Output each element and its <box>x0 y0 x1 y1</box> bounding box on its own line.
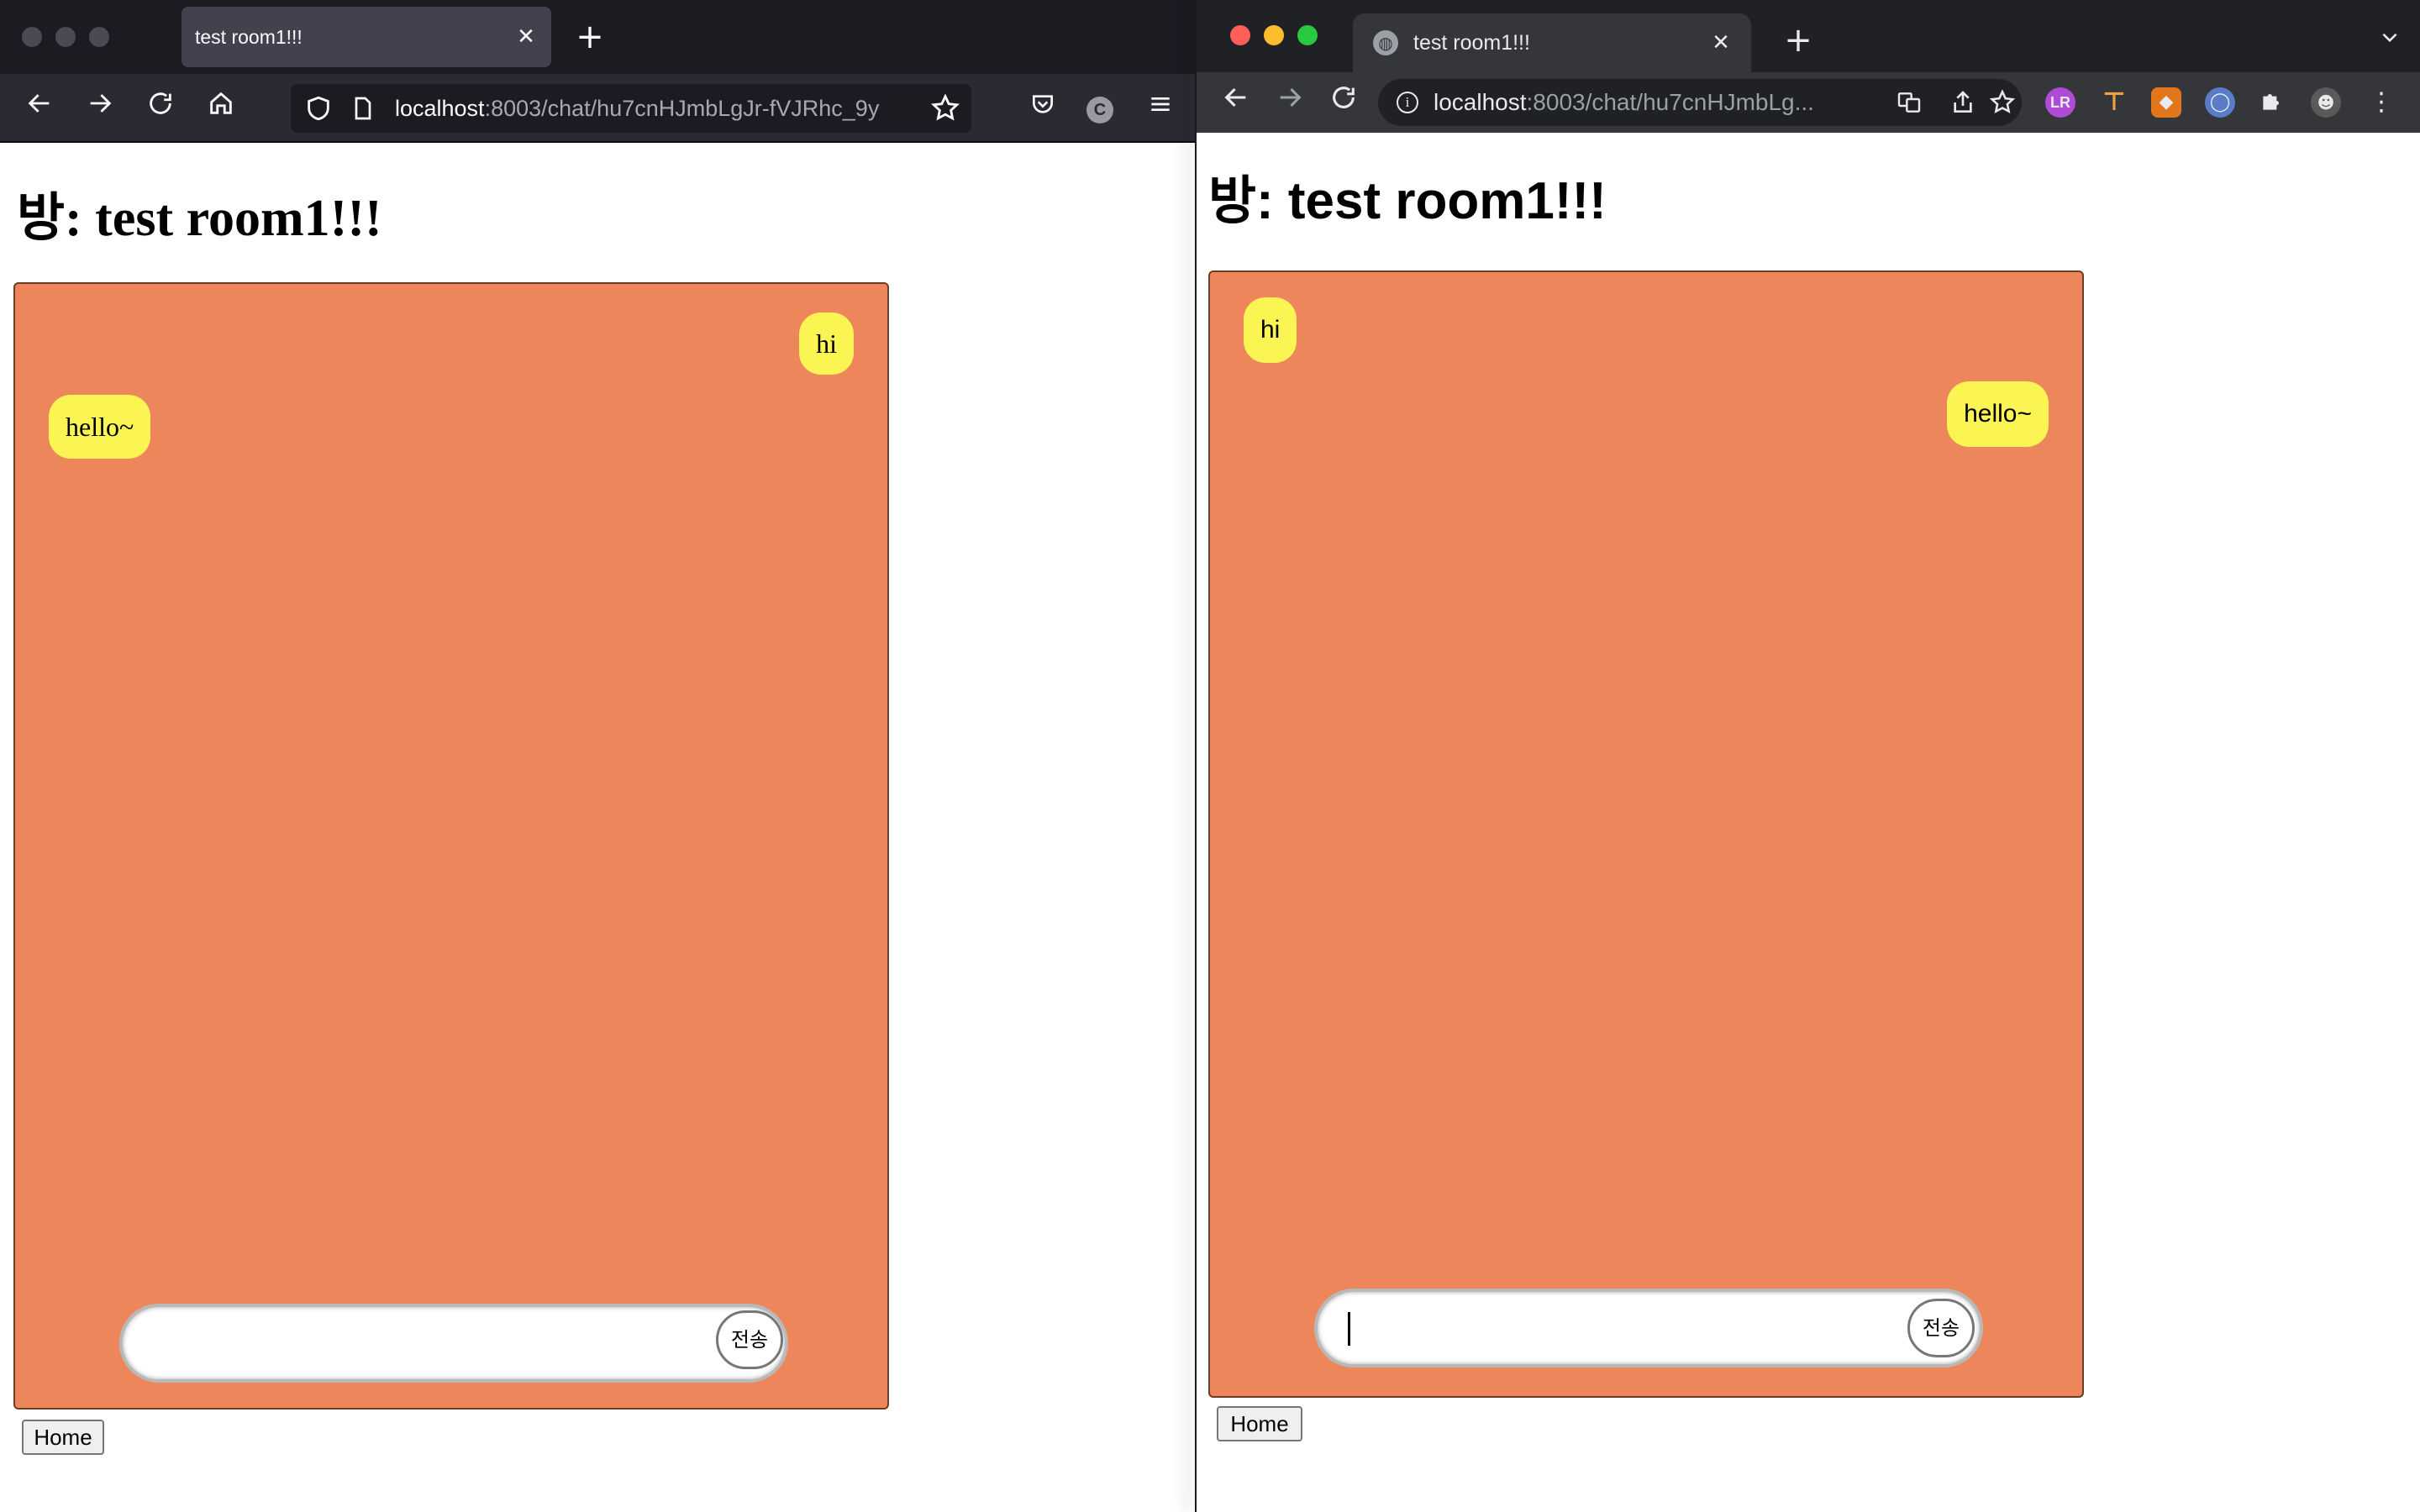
chat-box: hi hello~ 전송 <box>1208 270 2084 1398</box>
extension-circle-icon[interactable]: ◯ <box>2205 87 2235 118</box>
back-icon[interactable] <box>18 87 60 129</box>
shield-icon[interactable] <box>304 94 333 126</box>
menu-icon[interactable] <box>1139 87 1181 129</box>
tab-title: test room1!!! <box>195 26 302 48</box>
tab-close-icon[interactable]: ✕ <box>511 22 541 52</box>
forward-icon[interactable] <box>1269 81 1311 123</box>
window-zoom-dot[interactable] <box>89 27 109 47</box>
new-tab-icon[interactable]: + <box>1781 24 1815 57</box>
firefox-window: test room1!!! ✕ + localhost:8003/chat/hu… <box>0 0 1195 1512</box>
page-content: 방: test room1!!! hi hello~ 전송 Home <box>1197 133 2420 1512</box>
omnibox[interactable]: i localhost:8003/chat/hu7cnHJmbLg... <box>1378 79 2022 126</box>
page-content: 방: test room1!!! hi hello~ 전송 Home <box>0 143 1195 1512</box>
message-bubble: hello~ <box>49 395 151 459</box>
text-caret <box>1348 1312 1350 1346</box>
message-input[interactable]: 전송 <box>1314 1289 1983 1368</box>
puzzle-icon[interactable] <box>2257 87 2287 118</box>
metamask-icon[interactable]: ◆ <box>2151 87 2181 118</box>
tab-close-icon[interactable]: ✕ <box>1706 28 1736 58</box>
window-minimize-dot[interactable] <box>55 27 76 47</box>
chat-box: hi hello~ 전송 <box>13 282 889 1410</box>
star-icon[interactable] <box>1988 88 2017 120</box>
send-button[interactable]: 전송 <box>1907 1299 1975 1357</box>
page-title: 방: test room1!!! <box>17 190 382 247</box>
star-icon[interactable] <box>929 92 961 128</box>
translate-icon[interactable] <box>1896 89 1923 119</box>
reload-icon[interactable] <box>139 87 182 129</box>
window-close-dot[interactable] <box>1230 25 1250 45</box>
url-host: localhost <box>395 96 485 121</box>
globe-icon: ◍ <box>1373 30 1398 55</box>
pocket-icon[interactable] <box>1022 87 1064 129</box>
info-icon[interactable]: i <box>1397 92 1418 113</box>
tab-test-room[interactable]: ◍ test room1!!! ✕ <box>1353 13 1751 72</box>
window-close-dot[interactable] <box>22 27 42 47</box>
message-input[interactable] <box>119 1304 788 1383</box>
firefox-navigation-bar: localhost:8003/chat/hu7cnHJmbLgJr-fVJRhc… <box>0 74 1195 143</box>
message-bubble: hi <box>799 312 854 375</box>
home-icon[interactable] <box>200 87 242 129</box>
address-bar-url: localhost:8003/chat/hu7cnHJmbLgJr-fVJRhc… <box>395 84 879 133</box>
share-icon[interactable] <box>1949 89 1976 119</box>
url-path: :8003/chat/hu7cnHJmbLgJr-fVJRhc_9y <box>484 96 880 121</box>
message-bubble: hello~ <box>1947 381 2049 447</box>
home-button[interactable]: Home <box>1217 1406 1302 1441</box>
reload-icon[interactable] <box>1323 81 1365 123</box>
tab-test-room[interactable]: test room1!!! ✕ <box>182 7 551 67</box>
message-bubble: hi <box>1244 297 1297 363</box>
extension-lr-icon[interactable]: LR <box>2045 87 2075 118</box>
tab-search-chevron-icon[interactable] <box>2373 24 2407 57</box>
home-button[interactable]: Home <box>22 1420 104 1455</box>
forward-icon[interactable] <box>79 87 121 129</box>
account-icon[interactable]: C <box>1079 87 1121 129</box>
chrome-window: ◍ test room1!!! ✕ + i localhost:8003/cha… <box>1197 0 2420 1512</box>
omnibox-url: localhost:8003/chat/hu7cnHJmbLg... <box>1434 79 1814 126</box>
back-icon[interactable] <box>1215 81 1257 123</box>
page-title: 방: test room1!!! <box>1208 172 1607 230</box>
page-icon[interactable] <box>350 94 376 126</box>
tab-title: test room1!!! <box>1413 31 1530 55</box>
chrome-tab-strip: ◍ test room1!!! ✕ + <box>1197 0 2420 72</box>
firefox-tab-strip: test room1!!! ✕ + <box>0 0 1195 74</box>
address-bar[interactable]: localhost:8003/chat/hu7cnHJmbLgJr-fVJRhc… <box>291 84 971 133</box>
menu-icon[interactable]: ⋮ <box>2366 87 2396 118</box>
window-zoom-dot[interactable] <box>1297 25 1318 45</box>
chrome-navigation-bar: i localhost:8003/chat/hu7cnHJmbLg... LR … <box>1197 72 2420 133</box>
extension-flag-icon[interactable]: ⊤ <box>2099 87 2129 118</box>
window-minimize-dot[interactable] <box>1264 25 1284 45</box>
profile-avatar[interactable]: ☻ <box>2311 87 2341 118</box>
url-path: :8003/chat/hu7cnHJmbLg... <box>1526 89 1814 115</box>
url-host: localhost <box>1434 89 1527 115</box>
send-button[interactable]: 전송 <box>716 1310 783 1369</box>
new-tab-icon[interactable]: + <box>573 20 607 54</box>
bookmark-star-area <box>918 84 971 133</box>
